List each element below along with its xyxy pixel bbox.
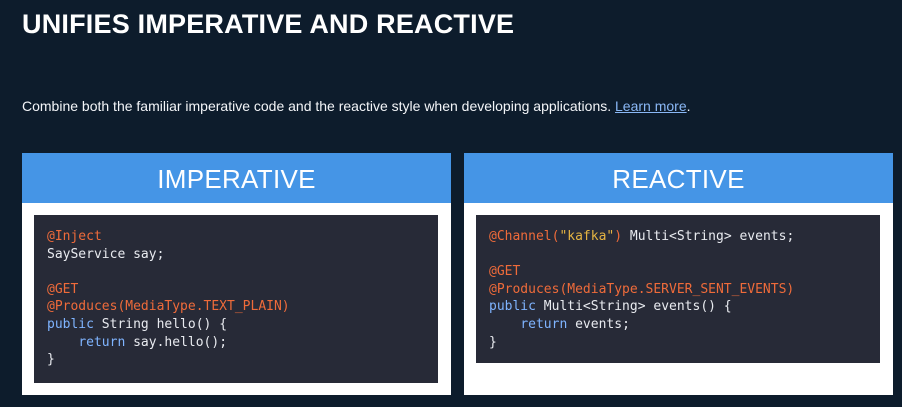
code-annotation: @Channel( <box>489 229 560 244</box>
page-title: UNIFIES IMPERATIVE AND REACTIVE <box>22 9 515 39</box>
code-line: @GET <box>47 281 79 297</box>
reactive-panel: REACTIVE @Channel("kafka") Multi<String>… <box>464 153 893 395</box>
code-line: @Channel("kafka") Multi<String> events; <box>489 228 880 246</box>
learn-more-link[interactable]: Learn more <box>615 98 687 114</box>
code-line: @Produces(MediaType.SERVER_SENT_EVENTS) <box>489 281 795 297</box>
code-line: return events; <box>489 316 880 334</box>
code-text: Multi<String> events() { <box>535 299 732 315</box>
code-line: public Multi<String> events() { <box>489 298 880 316</box>
code-line: } <box>489 334 497 350</box>
code-line: @Inject <box>47 229 102 244</box>
code-keyword: public <box>489 299 536 315</box>
code-text: events; <box>567 316 630 332</box>
imperative-code-block: @Inject SayService say; @GET @Produces(Medi… <box>34 215 438 383</box>
code-line: return say.hello(); <box>47 334 438 352</box>
description-body: Combine both the familiar imperative cod… <box>22 98 616 114</box>
code-line: public String hello() { <box>47 316 438 334</box>
code-string: "kafka" <box>559 229 615 244</box>
description-period: . <box>686 98 691 114</box>
code-text: String hello() { <box>93 316 228 332</box>
description-text: Combine both the familiar imperative cod… <box>22 96 691 116</box>
reactive-panel-title: REACTIVE <box>464 153 893 203</box>
code-text: say.hello(); <box>125 334 228 350</box>
imperative-panel: IMPERATIVE @Inject SayService say; @GET @Pr… <box>22 153 451 395</box>
code-line: @GET <box>489 264 521 280</box>
code-line: @Produces(MediaType.TEXT_PLAIN) <box>47 299 290 315</box>
code-keyword: return <box>520 316 568 332</box>
code-line: SayService say; <box>47 246 165 262</box>
code-annotation: ) <box>614 229 623 244</box>
reactive-code-block: @Channel("kafka") Multi<String> events; @… <box>476 215 880 363</box>
code-keyword: return <box>78 334 126 350</box>
code-line: } <box>47 352 55 368</box>
code-keyword: public <box>47 316 94 332</box>
code-text: Multi<String> events; <box>622 229 795 244</box>
imperative-panel-title: IMPERATIVE <box>22 153 451 203</box>
